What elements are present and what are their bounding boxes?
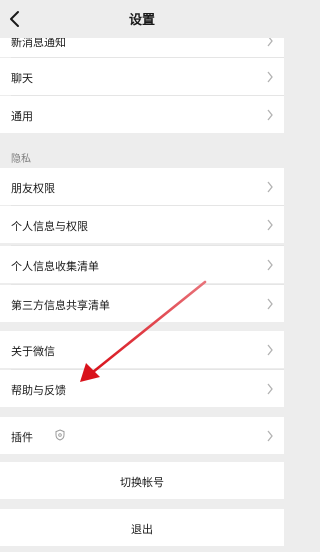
row-label: 聊天	[11, 72, 33, 85]
page-title: 设置	[128, 13, 155, 28]
row-label: 第三方信息共享清单	[11, 299, 110, 312]
settings-row-friend-permissions[interactable]: 朋友权限	[0, 168, 284, 205]
header: 设置	[0, 0, 284, 38]
settings-row-about-wechat[interactable]: 关于微信	[0, 331, 284, 368]
logout-button[interactable]: 退出	[0, 509, 284, 546]
row-label: 插件	[11, 431, 33, 444]
section-label-privacy: 隐私	[11, 154, 31, 165]
row-label: 关于微信	[11, 345, 55, 358]
row-label: 朋友权限	[11, 182, 55, 195]
chevron-right-icon	[267, 298, 273, 310]
shield-icon	[55, 429, 65, 441]
settings-row-chat[interactable]: 聊天	[0, 58, 284, 95]
settings-row-help-feedback[interactable]: 帮助与反馈	[0, 370, 284, 407]
row-label: 个人信息收集清单	[11, 260, 99, 273]
row-label: 个人信息与权限	[11, 220, 88, 233]
row-label: 通用	[11, 110, 33, 123]
chevron-right-icon	[267, 344, 273, 356]
logout-label: 退出	[131, 523, 153, 536]
chevron-right-icon	[267, 181, 273, 193]
chevron-right-icon	[267, 219, 273, 231]
chevron-right-icon	[267, 259, 273, 271]
row-label: 帮助与反馈	[11, 384, 66, 397]
settings-row-plugins[interactable]: 插件	[0, 417, 284, 454]
chevron-right-icon	[267, 430, 273, 442]
settings-row-general[interactable]: 通用	[0, 96, 284, 133]
switch-account-button[interactable]: 切换帐号	[0, 462, 284, 499]
settings-row-third-party-sharing-list[interactable]: 第三方信息共享清单	[0, 285, 284, 322]
settings-row-personal-info-permissions[interactable]: 个人信息与权限	[0, 206, 284, 243]
chevron-right-icon	[267, 109, 273, 121]
settings-row-info-collection-list[interactable]: 个人信息收集清单	[0, 246, 284, 283]
switch-account-label: 切换帐号	[120, 476, 164, 489]
chevron-right-icon	[267, 383, 273, 395]
chevron-right-icon	[267, 71, 273, 83]
